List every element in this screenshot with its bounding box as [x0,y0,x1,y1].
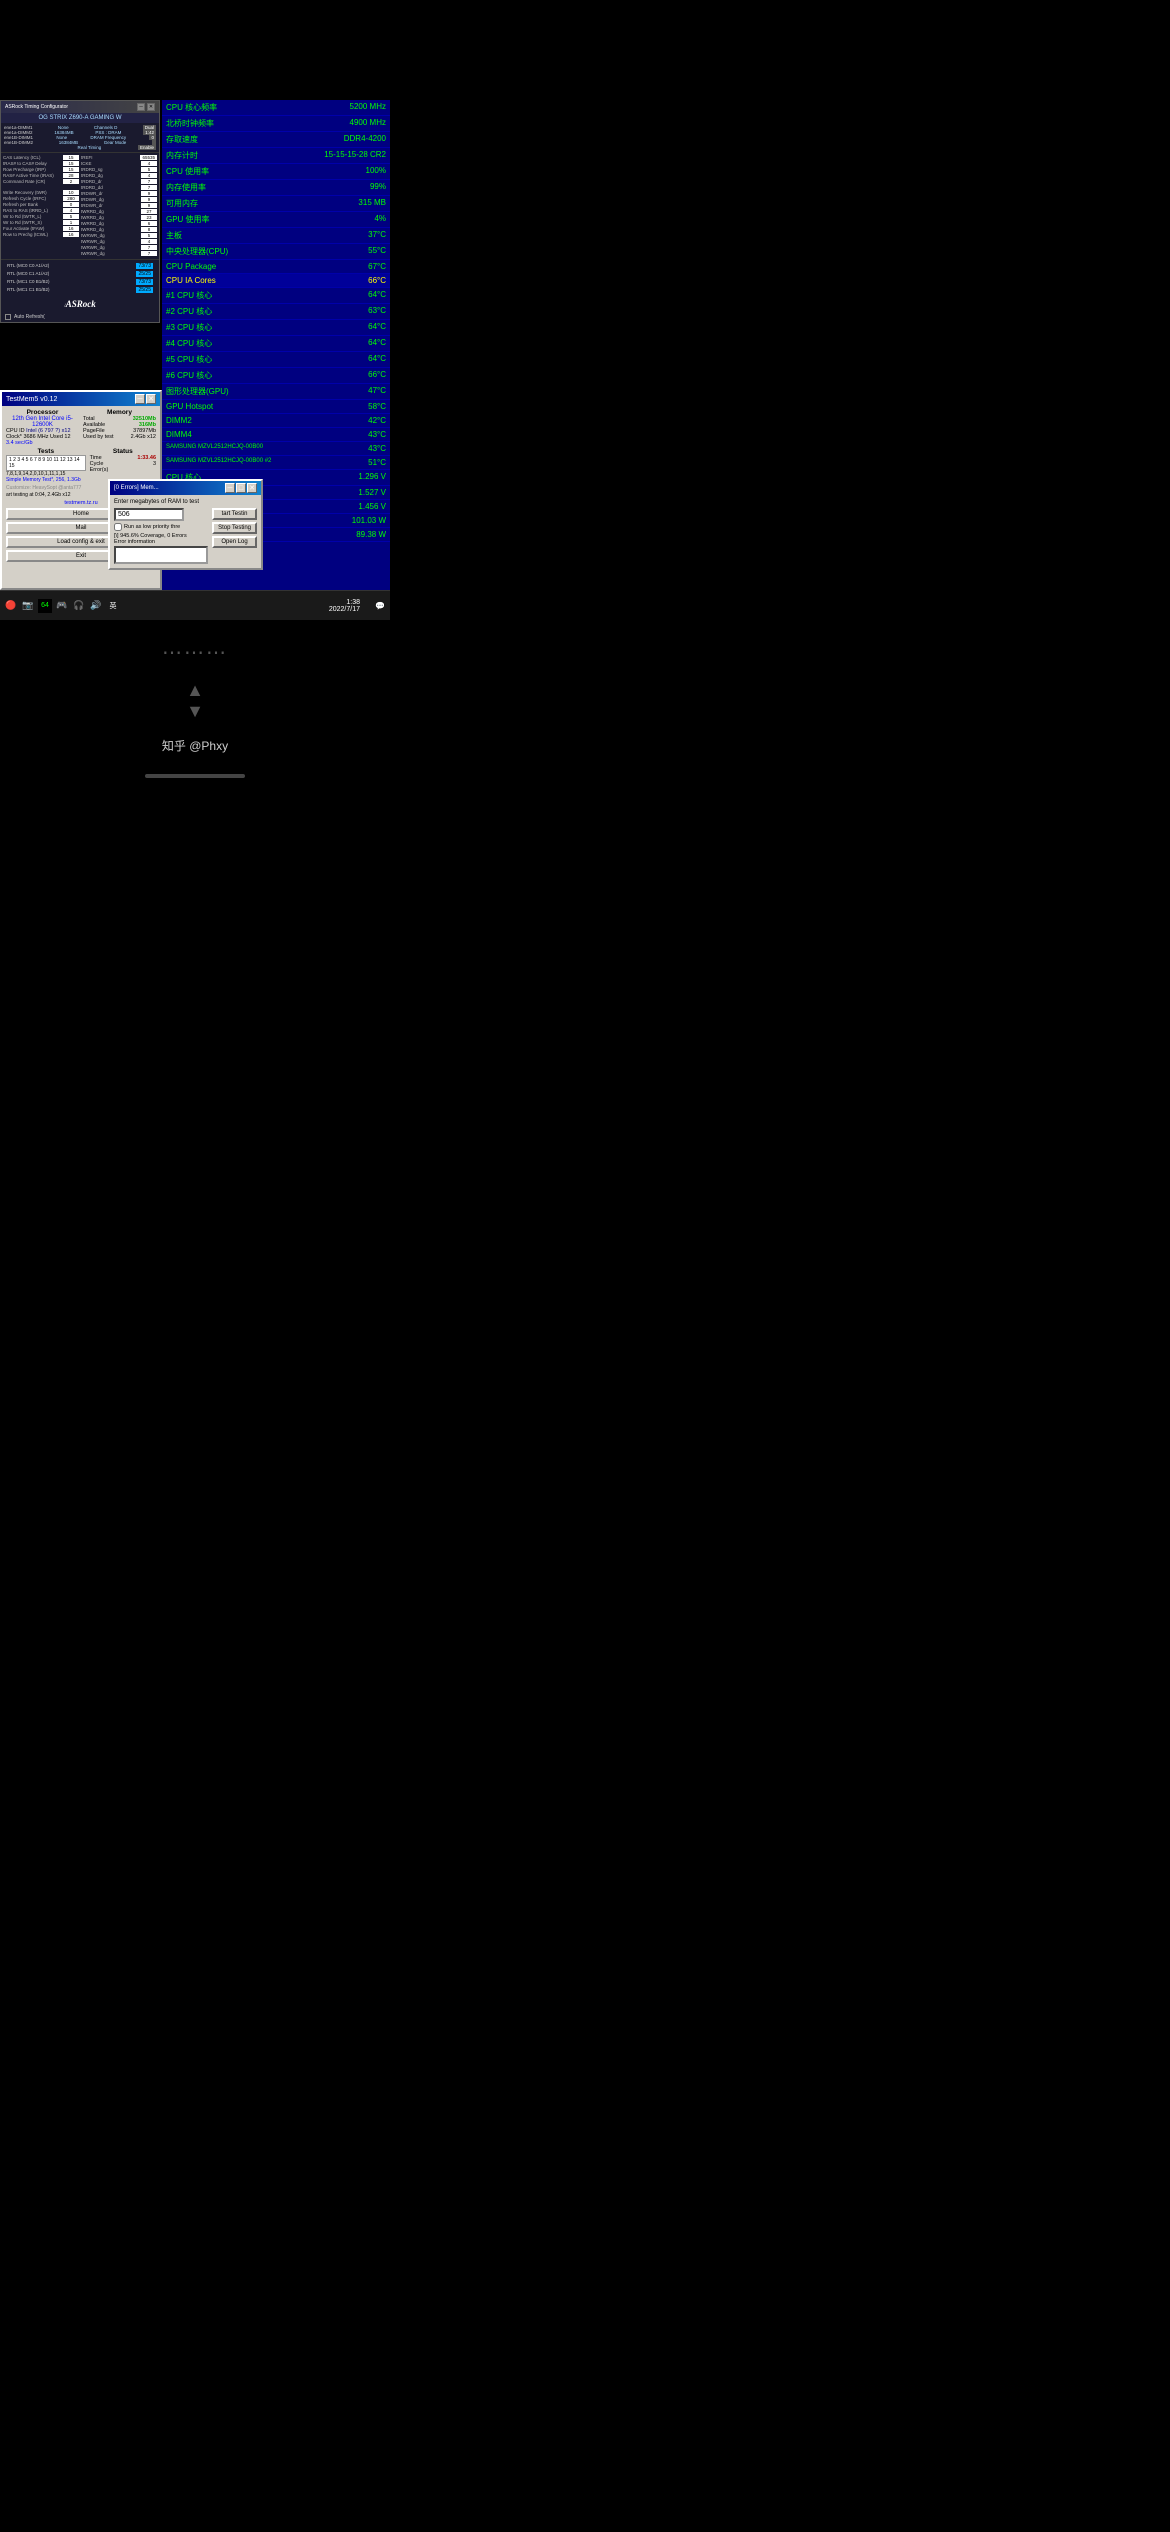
dialog-titlebar: [0 Errors] Mem... ─ □ ✕ [110,481,261,495]
processor-section-label: Processor [6,409,79,416]
taskbar-icon-lang[interactable]: 英 [106,599,120,613]
hw-row-core4: #4 CPU 核心 64°C [162,336,390,352]
hw-val-cpu-freq: 5200 MHz [350,102,386,113]
tests-section-label: Tests [6,448,86,455]
top-black-area [0,0,390,100]
asrock-window-controls[interactable]: ─ ✕ [137,103,155,111]
hw-row-cpu-temp: 中央处理器(CPU) 55°C [162,244,390,260]
hw-row-core2: #2 CPU 核心 63°C [162,304,390,320]
status-cycle: 3 [153,461,156,467]
hw-row-cpu-ia: CPU IA Cores 66°C [162,274,390,288]
testmem-title: TestMem5 v0.12 [6,396,57,403]
hw-row-gpu-usage: GPU 使用率 4% [162,212,390,228]
asrock-title: ASRock Timing Configurator [5,104,68,110]
cpu-used: 12 [64,434,70,440]
watermark: 知乎 @Phxy [162,737,228,754]
asrock-logo: /ASRock [1,296,159,312]
hw-row-cpu-usage: CPU 使用率 100% [162,164,390,180]
open-log-button[interactable]: Open Log [212,536,257,548]
checkbox-label: Run as low priority thre [124,524,180,530]
bottom-area: ⋯⋯⋯ ▲ ▼ 知乎 @Phxy [0,620,390,793]
hw-row-dimm4: DIMM4 43°C [162,428,390,442]
memory-section-label: Memory [83,409,156,416]
mem-used-test: 2.4Gb x12 [131,434,156,440]
hw-row-core3: #3 CPU 核心 64°C [162,320,390,336]
dialog-maximize-btn[interactable]: □ [236,483,246,493]
hw-row-mem-usage: 内存使用率 99% [162,180,390,196]
priority-checkbox[interactable] [114,523,122,531]
hw-row-cpu-freq: CPU 核心频率 5200 MHz [162,100,390,116]
dialog-title: [0 Errors] Mem... [114,485,159,491]
status-errors-row: Error(s) [90,467,156,473]
hw-row-avail-mem: 可用内存 315 MB [162,196,390,212]
testmem-close-btn[interactable]: ✕ [146,394,156,404]
testmem-minimize-btn[interactable]: ─ [135,394,145,404]
taskbar-icon-vol[interactable]: 🔊 [89,599,103,613]
dialog-close-btn[interactable]: ✕ [247,483,257,493]
start-testing-button[interactable]: tart Testin [212,508,257,520]
testmem-dialog-window: [0 Errors] Mem... ─ □ ✕ Enter megabytes … [108,479,263,570]
stop-testing-button[interactable]: Stop Testing [212,522,257,534]
hw-row-ssd1: SAMSUNG MZVL2512HCJQ-00B00 43°C [162,442,390,456]
home-indicator[interactable] [145,774,245,778]
hw-row-dimm2: DIMM2 42°C [162,414,390,428]
hw-row-core5: #5 CPU 核心 64°C [162,352,390,368]
processor-name: 12th Gen Intel Core i5-12600K [6,416,79,428]
hw-row-speed: 存取速度 DDR4-4200 [162,132,390,148]
mem-used-row: Used by test2.4Gb x12 [83,434,156,440]
hw-row-nb-freq: 北桥时钟频率 4900 MHz [162,116,390,132]
dialog-label: Enter megabytes of RAM to test [114,499,257,505]
status-section-label: Status [90,448,156,455]
asrock-subtitle: OG STRIX Z690-A GAMING W [1,113,159,123]
taskbar-icons[interactable]: 🔴 📷 64 🎮 🎧 🔊 英 [4,599,120,613]
hw-row-gpu-temp: 图形处理器(GPU) 47°C [162,384,390,400]
asrock-window: ASRock Timing Configurator ─ ✕ OG STRIX … [0,100,160,323]
taskbar-time: 1:38 2022/7/17 [329,599,360,613]
hw-row-cpu-package: CPU Package 67°C [162,260,390,274]
asrock-close-btn[interactable]: ✕ [147,103,155,111]
testmem-win-controls[interactable]: ─ ✕ [135,394,156,404]
taskbar-chat-icon[interactable]: 💬 [375,601,385,610]
taskbar-icon-camera[interactable]: 📷 [21,599,35,613]
windows-container: ASRock Timing Configurator ─ ✕ OG STRIX … [0,100,390,590]
date-display: 2022/7/17 [329,606,360,613]
hw-row-core1: #1 CPU 核心 64°C [162,288,390,304]
taskbar-icon-game[interactable]: 🎮 [55,599,69,613]
test-simple: Simple Memory Test*, 256, 1.3Gb [6,477,86,483]
taskbar-icon-fire[interactable]: 🔴 [4,599,18,613]
hw-row-mobo: 主板 37°C [162,228,390,244]
dialog-minimize-btn[interactable]: ─ [225,483,235,493]
taskbar-icon-audio[interactable]: 🎧 [72,599,86,613]
hw-row-gpu-hotspot: GPU Hotspot 58°C [162,400,390,414]
asrock-minimize-btn[interactable]: ─ [137,103,145,111]
error-info-area [114,546,208,564]
checkbox-row: Run as low priority thre [114,523,208,531]
hw-row-ssd2: SAMSUNG MZVL2512HCJQ-00B00 #2 51°C [162,456,390,470]
hw-label-cpu-freq: CPU 核心频率 [166,102,217,113]
hw-row-timing: 内存计时 15-15-15-28 CR2 [162,148,390,164]
testmem-titlebar: TestMem5 v0.12 ─ ✕ [2,392,160,406]
auto-refresh-label: Auto Refresh( [14,314,45,320]
ram-input[interactable] [114,508,184,521]
test-numbers: 1 2 3 4 5 6 7 8 9 10 11 12 13 14 15 [6,455,86,471]
hw-row-core6: #6 CPU 核心 66°C [162,368,390,384]
time-display: 1:38 [329,599,360,606]
error-label: Error information [114,539,208,545]
taskbar-icon-64[interactable]: 64 [38,599,52,613]
asrock-titlebar: ASRock Timing Configurator ─ ✕ [1,101,159,113]
dialog-win-controls[interactable]: ─ □ ✕ [225,483,257,493]
cpu-rate: 3.4 sec/Gb [6,440,79,446]
keyboard-icon[interactable]: ⋯⋯⋯ [162,640,228,665]
scroll-arrows[interactable]: ▲ ▼ [186,680,204,722]
taskbar: 🔴 📷 64 🎮 🎧 🔊 英 1:38 2022/7/17 💬 [0,590,390,620]
